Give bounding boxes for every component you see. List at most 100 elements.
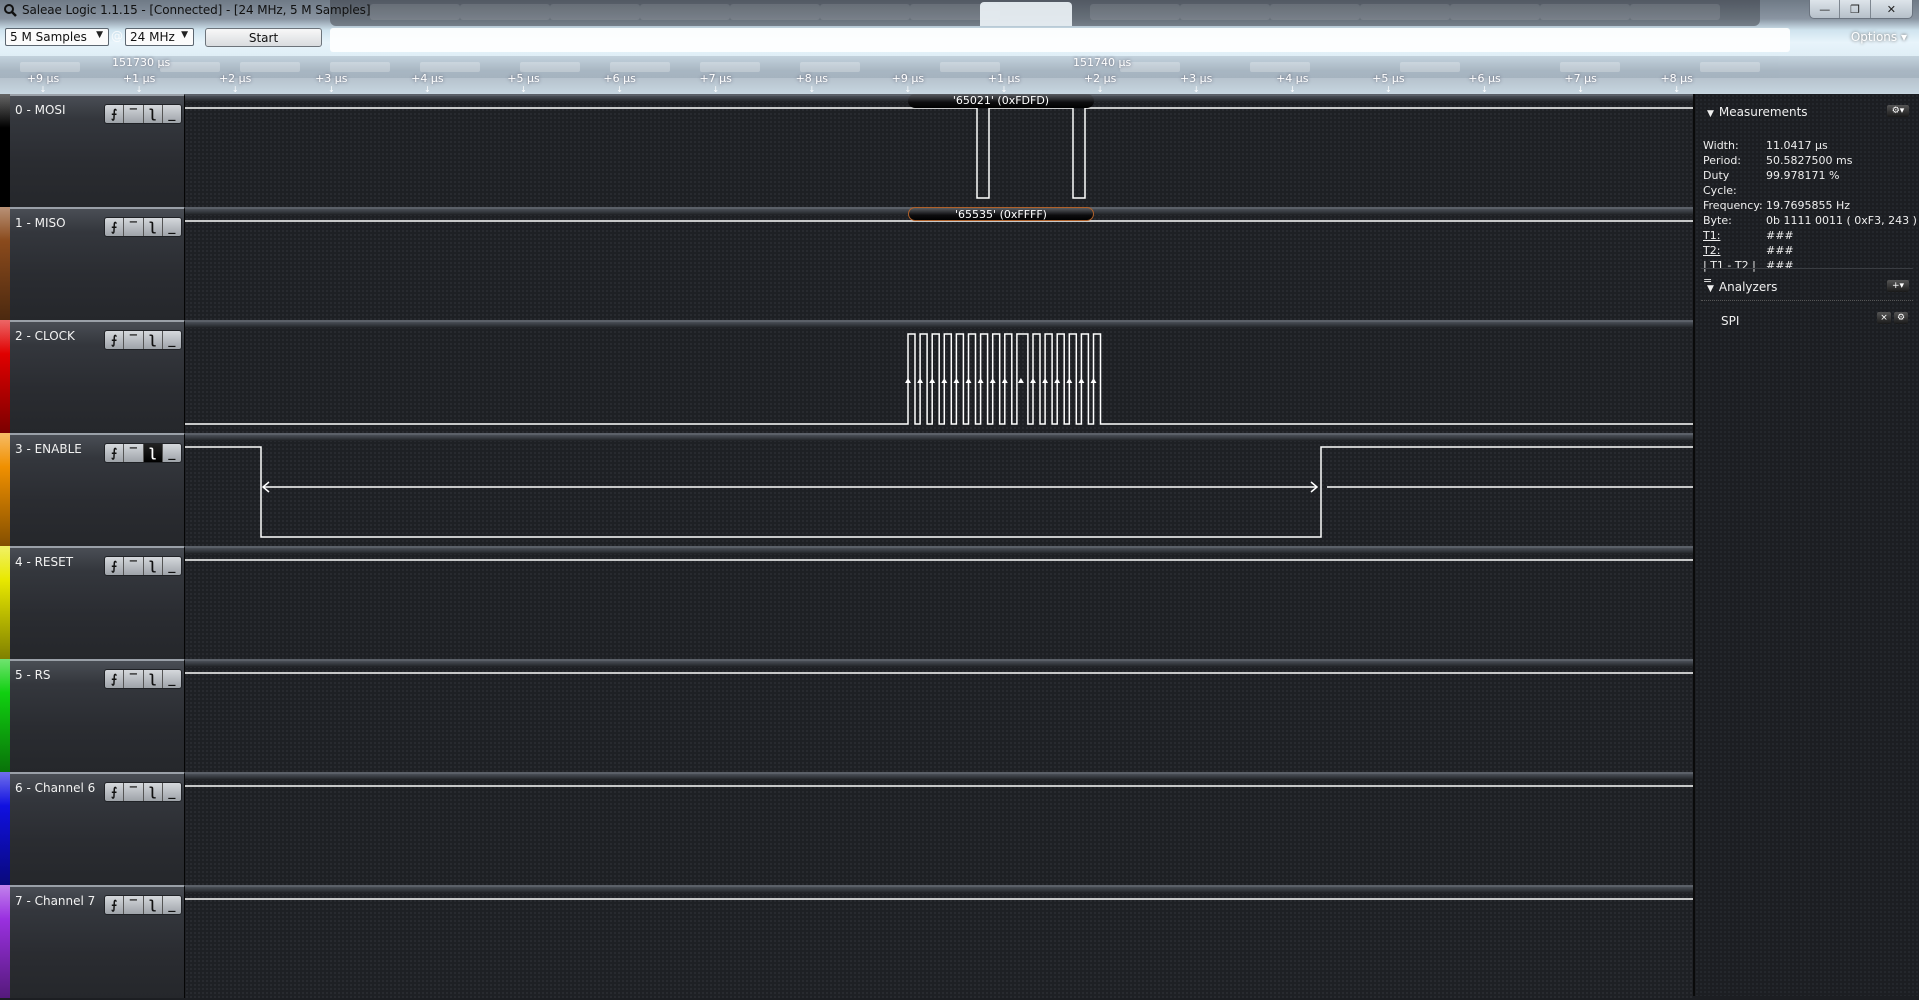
channel-label-panel[interactable]: 1 - MISO ⨍ ‾ ʅ _ xyxy=(10,207,184,320)
tick-marker-icon: ↓ xyxy=(135,85,143,94)
rising-edge-marker-icon xyxy=(929,378,936,383)
tick-label: +4 µs xyxy=(411,72,444,85)
channel-label-panel[interactable]: 3 - ENABLE ⨍ ‾ ʅ _ xyxy=(10,433,184,546)
channel-name[interactable]: 7 - Channel 7 xyxy=(15,894,95,908)
trigger-low-level-button[interactable]: _ xyxy=(163,783,181,801)
analyzer-item-spi[interactable]: SPI xyxy=(1721,314,1739,328)
channel-name[interactable]: 1 - MISO xyxy=(15,216,66,230)
trigger-rising-edge-button[interactable]: ⨍ xyxy=(105,896,125,914)
channel-name[interactable]: 3 - ENABLE xyxy=(15,442,82,456)
miso-decoded-bubble[interactable]: '65535' (0xFFFF) xyxy=(908,207,1094,221)
close-button[interactable]: ✕ xyxy=(1871,0,1912,18)
trigger-high-level-button[interactable]: ‾ xyxy=(124,331,144,349)
trigger-low-level-button[interactable]: _ xyxy=(163,218,181,236)
tick-marker-icon: ↓ xyxy=(1577,85,1584,94)
trigger-falling-edge-button[interactable]: ʅ xyxy=(144,218,163,236)
trigger-button-group: ⨍ ‾ ʅ _ xyxy=(104,895,182,915)
trigger-falling-edge-button[interactable]: ʅ xyxy=(144,557,163,575)
measurement-key: Period: xyxy=(1703,154,1742,167)
trigger-high-level-button[interactable]: ‾ xyxy=(124,105,144,123)
measurement-key[interactable]: T2: xyxy=(1703,243,1766,258)
tick-label: +7 µs xyxy=(1564,72,1597,85)
analyzer-settings-button[interactable]: ⚙ xyxy=(1894,312,1908,324)
section-divider xyxy=(1701,300,1913,301)
channel-name[interactable]: 6 - Channel 6 xyxy=(15,781,95,795)
waveform-area[interactable] xyxy=(184,433,1694,546)
channel-label-panel[interactable]: 5 - RS ⨍ ‾ ʅ _ xyxy=(10,659,184,772)
measurements-header[interactable]: ▼ Measurements xyxy=(1707,105,1808,119)
trigger-rising-edge-button[interactable]: ⨍ xyxy=(105,331,125,349)
trigger-low-level-button[interactable]: _ xyxy=(163,444,181,462)
samples-dropdown[interactable]: 5 M Samples ▼ xyxy=(5,28,109,46)
maximize-button[interactable]: ❐ xyxy=(1840,0,1871,18)
trigger-low-level-button[interactable]: _ xyxy=(163,670,181,688)
waveform-area[interactable] xyxy=(184,659,1694,772)
trigger-high-level-button[interactable]: ‾ xyxy=(124,670,144,688)
channel-name[interactable]: 5 - RS xyxy=(15,668,51,682)
channel-name[interactable]: 0 - MOSI xyxy=(15,103,66,117)
channel-name[interactable]: 4 - RESET xyxy=(15,555,73,569)
trigger-rising-edge-button[interactable]: ⨍ xyxy=(105,105,125,123)
trigger-low-level-button[interactable]: _ xyxy=(163,896,181,914)
trigger-falling-edge-button[interactable]: ʅ xyxy=(144,105,163,123)
trigger-low-level-button[interactable]: _ xyxy=(163,105,181,123)
trigger-high-level-button[interactable]: ‾ xyxy=(124,783,144,801)
trigger-low-level-button[interactable]: _ xyxy=(163,331,181,349)
trigger-high-level-button[interactable]: ‾ xyxy=(124,896,144,914)
trigger-rising-edge-button[interactable]: ⨍ xyxy=(105,444,125,462)
trigger-rising-edge-button[interactable]: ⨍ xyxy=(105,670,125,688)
trigger-rising-edge-button[interactable]: ⨍ xyxy=(105,783,125,801)
waveform-area[interactable] xyxy=(184,94,1694,207)
waveform-area[interactable] xyxy=(184,772,1694,885)
measurement-row: Width: 11.0417 µs xyxy=(1703,138,1917,153)
channel-label-panel[interactable]: 2 - CLOCK ⨍ ‾ ʅ _ xyxy=(10,320,184,433)
trigger-rising-edge-button[interactable]: ⨍ xyxy=(105,557,125,575)
measurements-settings-button[interactable]: ⚙▾ xyxy=(1887,105,1909,117)
start-button[interactable]: Start xyxy=(205,28,322,47)
trigger-falling-edge-button[interactable]: ʅ xyxy=(144,783,163,801)
channel-color-strip xyxy=(0,546,10,659)
background-bookmarks-bar xyxy=(0,56,1919,78)
sample-rate-dropdown[interactable]: 24 MHz ▼ xyxy=(125,28,194,46)
rising-edge-marker-icon xyxy=(989,378,996,383)
trigger-high-level-button[interactable]: ‾ xyxy=(124,557,144,575)
measurement-row: Duty Cycle: 99.978171 % xyxy=(1703,168,1917,198)
tick-marker-icon: ↓ xyxy=(520,85,527,94)
trigger-falling-edge-button[interactable]: ʅ xyxy=(144,670,163,688)
tick-label: +3 µs xyxy=(315,72,348,85)
add-analyzer-button[interactable]: +▾ xyxy=(1887,280,1909,292)
channel-row: 2 - CLOCK ⨍ ‾ ʅ _ xyxy=(0,320,1694,433)
channel-label-panel[interactable]: 7 - Channel 7 ⨍ ‾ ʅ _ xyxy=(10,885,184,998)
trigger-rising-edge-button[interactable]: ⨍ xyxy=(105,218,125,236)
waveform-area[interactable] xyxy=(184,546,1694,659)
trigger-falling-edge-button[interactable]: ʅ xyxy=(144,896,163,914)
waveform-area[interactable] xyxy=(184,207,1694,320)
tick-label: +8 µs xyxy=(795,72,829,85)
trigger-falling-edge-button[interactable]: ʅ xyxy=(144,331,163,349)
measurement-row: T1: ### xyxy=(1703,228,1917,243)
trigger-low-level-button[interactable]: _ xyxy=(163,557,181,575)
trigger-high-level-button[interactable]: ‾ xyxy=(124,218,144,236)
channel-row: 0 - MOSI ⨍ ‾ ʅ _ xyxy=(0,94,1694,207)
trigger-falling-edge-button[interactable]: ʅ xyxy=(143,444,163,462)
channel-label-panel[interactable]: 4 - RESET ⨍ ‾ ʅ _ xyxy=(10,546,184,659)
tick-label: +9 µs xyxy=(26,72,60,85)
mosi-decoded-bubble[interactable]: '65021' (0xFDFD) xyxy=(908,94,1094,108)
minimize-button[interactable]: — xyxy=(1810,0,1841,18)
channel-label-panel[interactable]: 6 - Channel 6 ⨍ ‾ ʅ _ xyxy=(10,772,184,885)
channel-label-panel[interactable]: 0 - MOSI ⨍ ‾ ʅ _ xyxy=(10,94,184,207)
measurement-value: 0b 1111 0011 ( 0xF3, 243 ) xyxy=(1766,214,1917,227)
channel-name[interactable]: 2 - CLOCK xyxy=(15,329,75,343)
trigger-high-level-button[interactable]: ‾ xyxy=(124,444,144,462)
waveform-area[interactable] xyxy=(184,885,1694,998)
collapse-triangle-icon: ▼ xyxy=(1707,109,1714,119)
rising-edge-marker-icon xyxy=(1042,378,1049,383)
options-button[interactable]: Options ▾ xyxy=(1851,30,1907,44)
analyzers-header[interactable]: ▼ Analyzers xyxy=(1707,280,1777,294)
remove-analyzer-button[interactable]: × xyxy=(1877,312,1891,324)
tick-label: +9 µs xyxy=(891,72,925,85)
measurement-key[interactable]: T1: xyxy=(1703,228,1766,243)
tick-label: +5 µs xyxy=(507,72,540,85)
channel-color-strip xyxy=(0,772,10,885)
waveform-area[interactable] xyxy=(184,320,1694,433)
